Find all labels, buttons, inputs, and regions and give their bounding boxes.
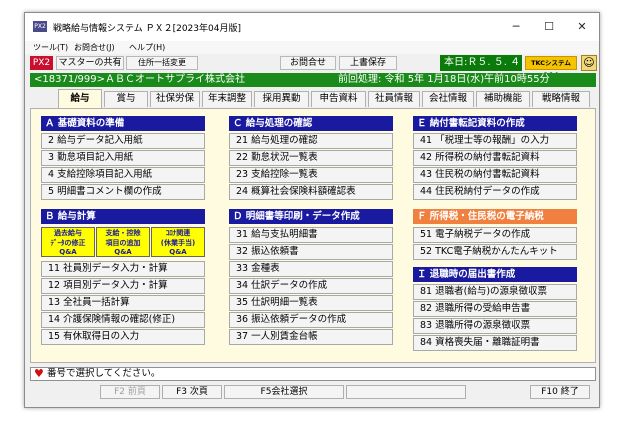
- menu-item-15[interactable]: 15 有休取得日の入力: [41, 329, 205, 345]
- tkc-qa-button[interactable]: TKCシステムQ&A: [525, 56, 577, 79]
- qa-label: ﾃﾞｰﾀの修正: [50, 238, 86, 247]
- minimize-button[interactable]: ─: [501, 17, 531, 37]
- menu-item-31[interactable]: 31 給与支払明細書: [229, 227, 393, 243]
- section-e-header: Ｅ 納付書転記資料の作成: [413, 116, 577, 131]
- app-window: PX2 戦略給与情報システム ＰＸ２[2023年04月版] ─ ☐ ✕ ツール(…: [24, 12, 600, 408]
- section-b-header: Ｂ 給与計算: [41, 209, 205, 224]
- px2-badge: PX2: [30, 56, 53, 70]
- tab-social-insurance[interactable]: 社保労保: [150, 91, 200, 107]
- heart-icon: ♥: [34, 367, 44, 380]
- menu-inquiry[interactable]: お問合せ(J): [74, 41, 115, 54]
- menu-help[interactable]: ヘルプ(H): [129, 41, 165, 54]
- menu-item-23[interactable]: 23 支給控除一覧表: [229, 167, 393, 183]
- menu-item-82[interactable]: 82 退職所得の受給申告書: [413, 301, 577, 317]
- menu-item-41[interactable]: 41 「税理士等の報酬」の入力: [413, 133, 577, 149]
- tab-hiring[interactable]: 採用異動: [254, 91, 309, 107]
- tab-strategy[interactable]: 戦略情報: [532, 91, 590, 107]
- qa-label: ｺﾛﾅ関連: [165, 229, 191, 237]
- tab-bonus[interactable]: 賞与: [104, 91, 148, 107]
- tab-salary[interactable]: 給与: [58, 89, 102, 109]
- qa-label: Q&A: [59, 248, 77, 256]
- window-title: 戦略給与情報システム ＰＸ２[2023年04月版]: [53, 24, 241, 34]
- section-a-header: Ａ 基礎資料の準備: [41, 116, 205, 131]
- maximize-button[interactable]: ☐: [534, 17, 564, 37]
- qa-past-salary-button[interactable]: 過去給与 ﾃﾞｰﾀの修正 Q&A: [41, 227, 95, 257]
- menu-panel: Ａ 基礎資料の準備 2 給与データ記入用紙 3 勤怠項目記入用紙 4 支給控除項…: [30, 108, 596, 363]
- menu-item-32[interactable]: 32 振込依頼書: [229, 244, 393, 260]
- qa-label: Q&A: [169, 248, 187, 256]
- menu-item-14[interactable]: 14 介護保険情報の確認(修正): [41, 312, 205, 328]
- tab-tax-documents[interactable]: 申告資料: [311, 91, 366, 107]
- menu-item-4[interactable]: 4 支給控除項目記入用紙: [41, 167, 205, 183]
- f2-prev-page-button[interactable]: F2 前頁: [100, 385, 160, 399]
- f10-exit-button[interactable]: F10 終了: [530, 385, 590, 399]
- tab-year-end[interactable]: 年末調整: [202, 91, 252, 107]
- f5-company-select-button[interactable]: F5会社選択: [224, 385, 344, 399]
- menu-item-84[interactable]: 84 資格喪失届・離職証明書: [413, 335, 577, 351]
- qa-covid-button[interactable]: ｺﾛﾅ関連 (休業手当) Q&A: [151, 227, 205, 257]
- menu-item-2[interactable]: 2 給与データ記入用紙: [41, 133, 205, 149]
- section-d-header: Ｄ 明細書等印刷・データ作成: [229, 209, 393, 224]
- master-share-button[interactable]: マスターの共有: [56, 56, 124, 70]
- menu-bar: ツール(T) お問合せ(J) ヘルプ(H): [25, 41, 599, 54]
- save-button[interactable]: 上書保存: [339, 56, 397, 70]
- menu-tools[interactable]: ツール(T): [33, 41, 68, 54]
- tab-bar: 給与 賞与 社保労保 年末調整 採用異動 申告資料 社員情報 会社情報 補助機能…: [30, 89, 596, 109]
- close-icon: ✕: [577, 20, 587, 33]
- tab-company-info[interactable]: 会社情報: [422, 91, 474, 107]
- section-c-header: Ｃ 給与処理の確認: [229, 116, 393, 131]
- inquiry-button[interactable]: お問合せ: [280, 56, 336, 70]
- maximize-icon: ☐: [544, 20, 554, 33]
- menu-item-13[interactable]: 13 全社員一括計算: [41, 295, 205, 311]
- function-key-bar: F2 前頁 F3 次頁 F5会社選択 F10 終了: [30, 383, 596, 401]
- last-processing: 前回処理: 令和 5年 1月18日(水)午前10時55分: [338, 74, 550, 85]
- qa-label: Q&A: [114, 248, 132, 256]
- menu-item-52[interactable]: 52 TKC電子納税かんたんキット: [413, 244, 577, 260]
- menu-item-44[interactable]: 44 住民税納付データの作成: [413, 184, 577, 200]
- section-i-header: Ｉ 退職時の届出書作成: [413, 267, 577, 282]
- tab-auxiliary[interactable]: 補助機能: [476, 91, 530, 107]
- menu-item-35[interactable]: 35 仕訳明細一覧表: [229, 295, 393, 311]
- status-bar: ♥ 番号で選択してください。: [30, 367, 596, 381]
- f3-next-page-button[interactable]: F3 次頁: [162, 385, 222, 399]
- minimize-icon: ─: [512, 20, 520, 33]
- function-key-blank: [346, 385, 466, 399]
- menu-item-24[interactable]: 24 概算社会保険料額確認表: [229, 184, 393, 200]
- tab-employee-info[interactable]: 社員情報: [368, 91, 420, 107]
- qa-label: (休業手当): [160, 238, 196, 247]
- menu-item-81[interactable]: 81 退職者(給与)の源泉徴収票: [413, 284, 577, 300]
- toolbar: PX2 マスターの共有 住所一括変更 お問合せ 上書保存 本日:Ｒ５. ５. ４…: [25, 54, 599, 84]
- today-date: 本日:Ｒ５. ５. ４(木): [440, 55, 522, 84]
- menu-item-33[interactable]: 33 金種表: [229, 261, 393, 277]
- section-f-header: Ｆ 所得税・住民税の電子納税: [413, 209, 577, 224]
- menu-item-11[interactable]: 11 社員別データ入力・計算: [41, 261, 205, 277]
- qa-label: 項目の追加: [105, 238, 141, 247]
- address-bulk-change-button[interactable]: 住所一括変更: [126, 56, 198, 70]
- menu-item-43[interactable]: 43 住民税の納付書転記資料: [413, 167, 577, 183]
- menu-item-12[interactable]: 12 項目別データ入力・計算: [41, 278, 205, 294]
- qa-label: 過去給与: [54, 229, 82, 237]
- company-name: <18371/999>ＡＢＣオートサプライ株式会社: [34, 74, 246, 85]
- menu-item-34[interactable]: 34 仕訳データの作成: [229, 278, 393, 294]
- qa-add-item-button[interactable]: 支給・控除 項目の追加 Q&A: [96, 227, 150, 257]
- qa-label: 支給・控除: [105, 229, 141, 237]
- company-bar: <18371/999>ＡＢＣオートサプライ株式会社 前回処理: 令和 5年 1月…: [30, 73, 596, 87]
- assistant-face-icon[interactable]: ☺: [581, 55, 597, 71]
- status-message: 番号で選択してください。: [47, 368, 161, 379]
- title-bar: PX2 戦略給与情報システム ＰＸ２[2023年04月版] ─ ☐ ✕: [25, 13, 599, 41]
- menu-item-42[interactable]: 42 所得税の納付書転記資料: [413, 150, 577, 166]
- menu-item-83[interactable]: 83 退職所得の源泉徴収票: [413, 318, 577, 334]
- menu-item-51[interactable]: 51 電子納税データの作成: [413, 227, 577, 243]
- menu-item-22[interactable]: 22 勤怠状況一覧表: [229, 150, 393, 166]
- menu-item-37[interactable]: 37 一人別賃金台帳: [229, 329, 393, 345]
- menu-item-21[interactable]: 21 給与処理の確認: [229, 133, 393, 149]
- close-button[interactable]: ✕: [567, 17, 597, 37]
- app-icon: PX2: [33, 21, 47, 32]
- menu-item-3[interactable]: 3 勤怠項目記入用紙: [41, 150, 205, 166]
- menu-item-36[interactable]: 36 振込依頼データの作成: [229, 312, 393, 328]
- menu-item-5[interactable]: 5 明細書コメント欄の作成: [41, 184, 205, 200]
